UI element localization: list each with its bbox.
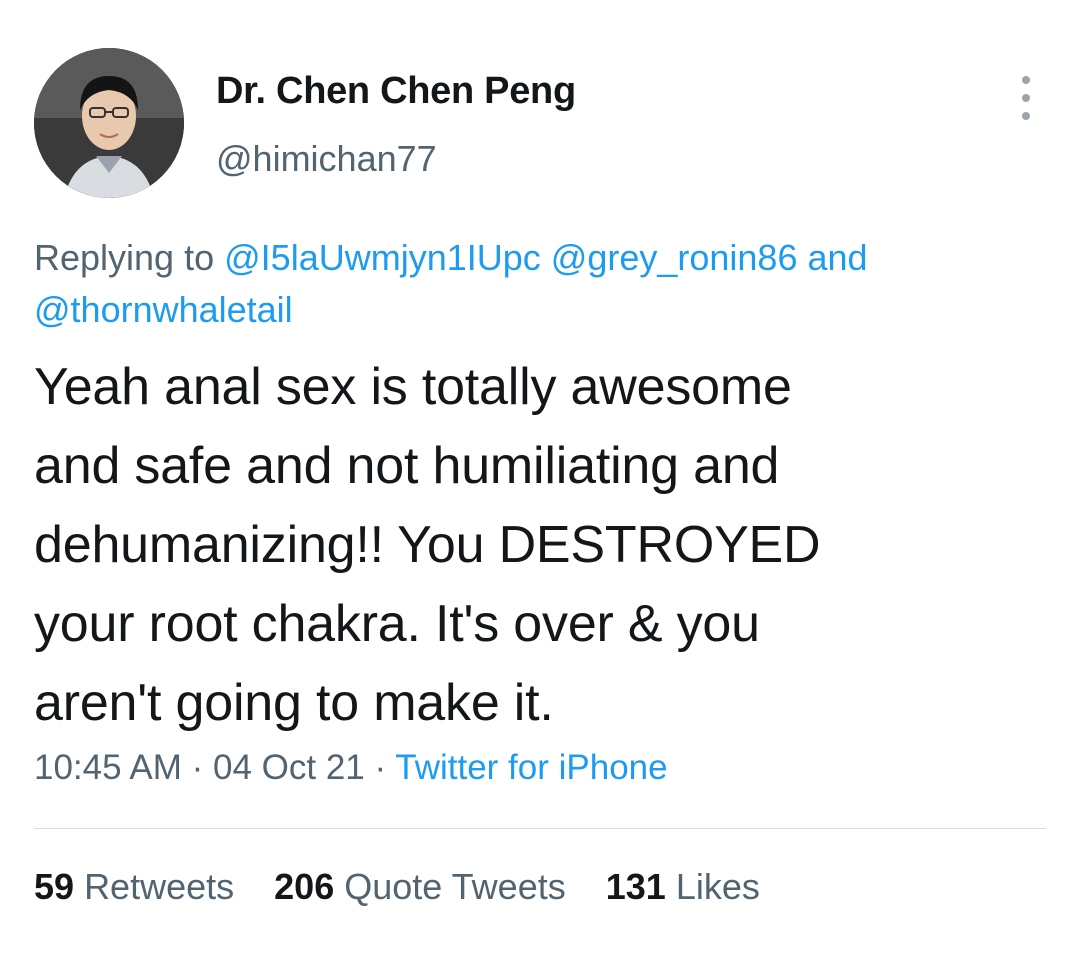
tweet-text: Yeah anal sex is totally awesome and saf… [34, 348, 1044, 743]
divider [34, 828, 1046, 829]
more-vertical-icon-dot [1022, 112, 1030, 120]
tweet-text-line: Yeah anal sex is totally awesome [34, 358, 792, 416]
avatar-photo [34, 48, 184, 198]
avatar[interactable] [34, 48, 184, 198]
more-vertical-icon-dot [1022, 94, 1030, 102]
retweets-label: Retweets [84, 866, 235, 907]
more-options-button[interactable] [1008, 70, 1044, 126]
tweet-meta: 10:45 AM · 04 Oct 21 · Twitter for iPhon… [34, 748, 668, 788]
quote-tweets-stat[interactable]: 206 Quote Tweets [274, 866, 566, 907]
tweet-date[interactable]: 04 Oct 21 [213, 748, 365, 787]
tweet-text-line: your root chakra. It's over & you [34, 595, 760, 653]
replying-to-label: Replying to [34, 237, 215, 278]
likes-stat[interactable]: 131 Likes [606, 866, 760, 907]
quote-tweets-label: Quote Tweets [344, 866, 566, 907]
tweet-time[interactable]: 10:45 AM [34, 748, 182, 787]
mention-link[interactable]: @thornwhaletail [34, 289, 293, 330]
quote-tweets-count: 206 [274, 866, 335, 907]
mention-link[interactable]: @I5laUwmjyn1IUpc [224, 237, 541, 278]
reply-context: Replying to @I5laUwmjyn1IUpc @grey_ronin… [34, 232, 1044, 336]
tweet-source-link[interactable]: Twitter for iPhone [395, 748, 667, 787]
more-vertical-icon [1022, 76, 1030, 84]
mention-link[interactable]: @grey_ronin86 [551, 237, 798, 278]
likes-count: 131 [605, 866, 666, 907]
author-handle[interactable]: @himichan77 [216, 138, 437, 180]
meta-separator: · [374, 748, 387, 787]
retweets-stat[interactable]: 59 Retweets [34, 866, 234, 907]
tweet-text-line: dehumanizing!! You DESTROYED [34, 516, 821, 574]
tweet-card: Dr. Chen Chen Peng @himichan77 Replying … [0, 0, 1080, 965]
retweets-count: 59 [34, 866, 75, 907]
likes-label: Likes [675, 866, 760, 907]
tweet-text-line: aren't going to make it. [34, 674, 554, 732]
mention-joiner: and [807, 237, 868, 278]
tweet-text-line: and safe and not humiliating and [34, 437, 780, 495]
meta-separator: · [191, 748, 204, 787]
author-display-name[interactable]: Dr. Chen Chen Peng [216, 70, 576, 113]
tweet-stats: 59 Retweets 206 Quote Tweets 131 Likes [34, 866, 790, 908]
